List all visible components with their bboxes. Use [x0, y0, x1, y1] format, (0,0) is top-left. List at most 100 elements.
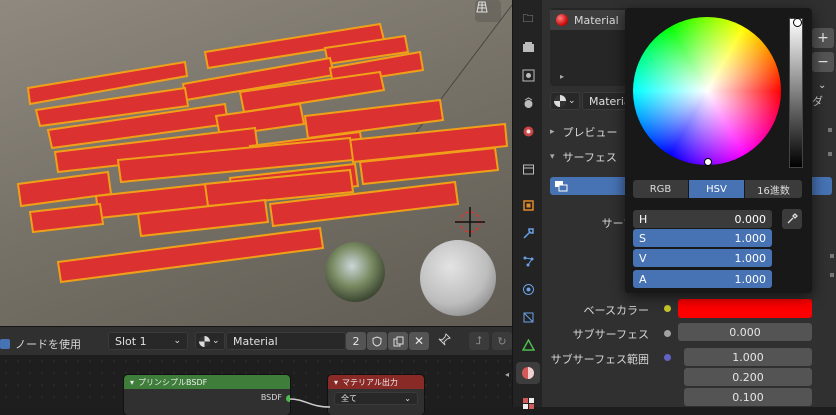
target-dropdown[interactable]: 全て ⌄ — [334, 392, 418, 405]
output-icon[interactable] — [516, 64, 540, 86]
texture-icon[interactable] — [516, 392, 540, 414]
material-slot-item[interactable]: Material — [550, 10, 634, 30]
white-preview-sphere — [420, 240, 496, 316]
drag-handle-icon[interactable] — [828, 128, 832, 132]
shield-icon[interactable] — [367, 332, 387, 350]
radius-x-value: 1.000 — [732, 350, 764, 364]
data-icon[interactable] — [516, 334, 540, 356]
value-slider[interactable] — [789, 18, 803, 168]
refresh-icon[interactable]: ↻ — [492, 332, 512, 350]
surface-label: サーフェス — [562, 151, 617, 164]
saturation-value: 1.000 — [734, 231, 767, 245]
view-layer-icon[interactable] — [516, 92, 540, 114]
sidebar-toggle-icon[interactable]: ◂ — [505, 370, 509, 379]
particles-icon[interactable] — [516, 250, 540, 272]
material-slot-name: Material — [574, 13, 619, 27]
preview-panel-header[interactable]: ▸ プレビュー — [550, 124, 618, 140]
rgb-tab-label: RGB — [649, 183, 672, 195]
slot-label: Slot 1 — [115, 334, 147, 348]
slot-dropdown[interactable]: Slot 1 ⌄ — [108, 332, 188, 350]
drag-handle-icon[interactable] — [828, 152, 832, 156]
world-icon[interactable] — [516, 158, 540, 180]
tool-icon[interactable]: 🗀 — [516, 8, 540, 30]
base-color-socket[interactable] — [664, 305, 671, 312]
object-icon[interactable] — [516, 194, 540, 216]
user-count-button[interactable]: 2 — [346, 332, 366, 350]
value-slider-handle[interactable] — [793, 18, 802, 27]
node-title: マテリアル出力 — [342, 377, 398, 387]
base-color-label: ベースカラー — [583, 304, 649, 317]
material-name-field[interactable]: Material — [226, 332, 346, 350]
value-field[interactable]: V 1.000 — [633, 249, 772, 267]
surface-panel-header[interactable]: ▾ サーフェス — [550, 149, 617, 165]
subsurface-label: サブサーフェス — [572, 328, 649, 341]
chevron-down-icon: ▾ — [550, 152, 555, 162]
chevron-down-icon[interactable]: ⌄ — [818, 80, 826, 91]
value-label: V — [639, 251, 647, 265]
modifier-icon[interactable] — [516, 222, 540, 244]
pin-icon[interactable] — [437, 333, 451, 350]
base-color-swatch[interactable] — [678, 299, 812, 318]
subsurface-radius-z[interactable]: 0.100 — [684, 388, 812, 406]
rgb-tab[interactable]: RGB — [633, 180, 688, 198]
preview-label: プレビュー — [562, 126, 618, 139]
material-browse-button[interactable]: ⌄ — [195, 332, 225, 350]
alpha-field[interactable]: A 1.000 — [633, 270, 772, 288]
color-cursor[interactable] — [704, 158, 712, 166]
expand-list-icon[interactable]: ▸ — [560, 72, 564, 81]
render-icon[interactable] — [516, 36, 540, 58]
node-title: プリンシプルBSDF — [138, 377, 208, 387]
hex-tab[interactable]: 16進数 — [745, 180, 802, 198]
chevron-down-icon: ⌄ — [212, 336, 220, 346]
eyedropper-icon[interactable] — [782, 209, 802, 229]
surface-row-label: サーフ — [601, 217, 634, 230]
hue-saturation-wheel[interactable] — [633, 17, 781, 166]
subsurface-value: 0.000 — [729, 325, 761, 339]
saturation-field[interactable]: S 1.000 — [633, 229, 772, 247]
subsurface-radius-x[interactable]: 1.000 — [684, 348, 812, 366]
material-icon[interactable] — [516, 362, 540, 384]
3d-viewport[interactable] — [0, 0, 512, 326]
subsurface-socket[interactable] — [664, 330, 671, 337]
node-editor[interactable]: ◂ ▾ プリンシプルBSDF BSDF ▾ マテリアル出力 全て ⌄ — [0, 355, 512, 415]
subsurface-radius-label: サブサーフェス範囲 — [550, 353, 649, 366]
viewport-scene — [16, 4, 512, 316]
hsv-tab[interactable]: HSV — [689, 180, 744, 198]
subsurface-radius-y[interactable]: 0.200 — [684, 368, 812, 386]
copy-icon[interactable] — [388, 332, 408, 350]
grid-icon[interactable] — [475, 0, 501, 22]
physics-icon[interactable] — [516, 278, 540, 300]
drag-handle-icon[interactable] — [830, 273, 834, 277]
subsurface-radius-socket[interactable] — [664, 354, 671, 361]
close-icon[interactable]: ✕ — [409, 332, 429, 350]
constraints-icon[interactable] — [516, 306, 540, 328]
hue-field[interactable]: H 0.000 — [633, 210, 772, 228]
material-sphere-icon — [554, 95, 566, 107]
scene-icon[interactable] — [516, 120, 540, 142]
node-tree-icon — [554, 179, 568, 196]
drag-handle-icon[interactable] — [830, 254, 834, 258]
color-picker-popup: RGB HSV 16進数 H 0.000 S 1.000 V 1.000 A 1.000 — [625, 8, 812, 293]
alpha-label: A — [639, 272, 647, 286]
user-count: 2 — [352, 334, 360, 348]
material-output-node[interactable]: ▾ マテリアル出力 全て ⌄ — [328, 375, 424, 415]
browse-material-button[interactable]: ⌄ — [550, 92, 580, 110]
hue-value: 0.000 — [734, 212, 767, 226]
add-slot-button[interactable]: + — [812, 28, 834, 48]
use-nodes-toggle[interactable]: ノードを使用 — [0, 336, 81, 352]
parent-node-tree-icon[interactable]: ⮥ — [469, 332, 489, 350]
saturation-label: S — [639, 231, 646, 245]
principled-bsdf-node[interactable]: ▾ プリンシプルBSDF BSDF — [124, 375, 290, 415]
chevron-right-icon: ▸ — [550, 127, 555, 137]
fake-user-icon[interactable]: ダ — [812, 93, 823, 109]
radius-z-value: 0.100 — [732, 390, 764, 404]
properties-tabs: 🗀 — [512, 0, 543, 409]
subsurface-field[interactable]: 0.000 — [678, 323, 812, 341]
material-name: Material — [233, 334, 278, 348]
material-slot-list[interactable]: Material ▸ — [550, 8, 634, 86]
material-preview-icon — [556, 14, 568, 26]
chevron-down-icon: ⌄ — [173, 336, 181, 346]
remove-slot-button[interactable]: − — [812, 52, 834, 72]
planks-group — [16, 22, 509, 284]
use-nodes-checkbox[interactable] — [0, 339, 10, 349]
